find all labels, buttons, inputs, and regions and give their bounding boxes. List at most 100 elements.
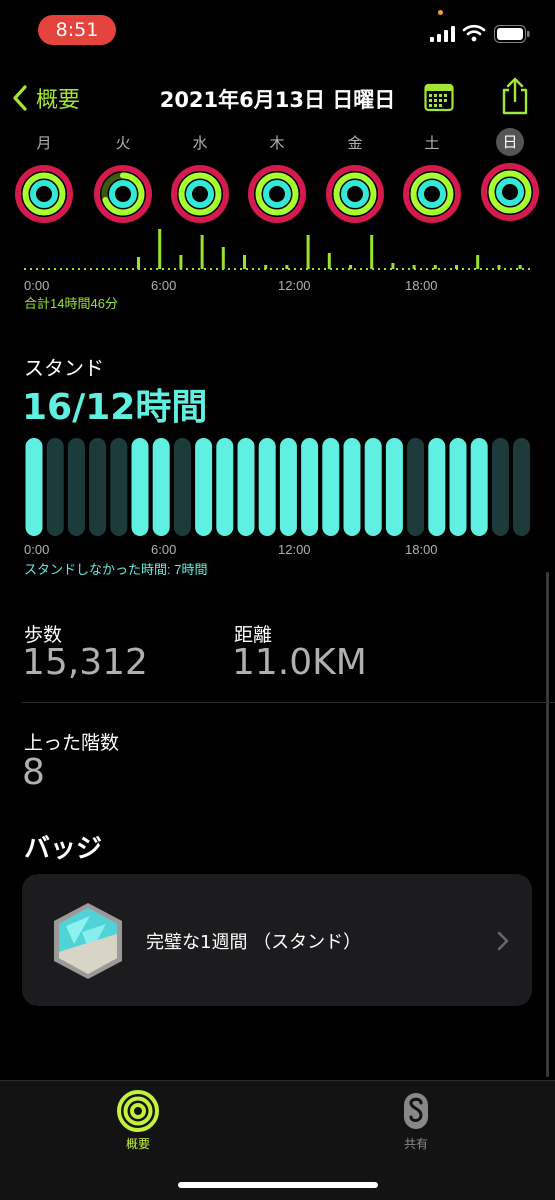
home-indicator (178, 1182, 378, 1188)
tab-summary[interactable]: 概要 (78, 1089, 198, 1152)
stand-value: 16/12時間 (22, 387, 208, 428)
week-selector: 月 火 水 木 金 土 日 (0, 128, 555, 230)
exercise-bar (349, 265, 352, 269)
activity-rings-icon (94, 165, 152, 223)
stand-bar-stood (237, 438, 255, 536)
tab-label: 共有 (403, 1137, 428, 1151)
day-label: 木 (269, 134, 285, 152)
day-label: 火 (115, 134, 131, 152)
activity-rings-icon (15, 165, 73, 223)
distance-value: 11.0KM (232, 642, 367, 683)
exercise-bar (243, 255, 246, 269)
tick-label: 12:00 (278, 278, 311, 293)
stand-bar-stood (25, 438, 43, 536)
chevron-right-icon (497, 931, 509, 951)
sharing-icon (404, 1093, 428, 1129)
share-icon[interactable] (500, 76, 530, 116)
stand-bar-missed (491, 438, 509, 536)
floors-label: 上った階数 (24, 732, 120, 754)
activity-rings-icon (117, 1090, 159, 1132)
day-thursday[interactable]: 木 (242, 128, 312, 224)
back-button-label: 概要 (36, 88, 81, 113)
activity-rings-icon (481, 163, 539, 221)
tick-label: 6:00 (151, 542, 176, 557)
stand-bar-stood (301, 438, 319, 536)
back-button[interactable]: 概要 (10, 82, 80, 114)
exercise-bar (137, 257, 140, 269)
calendar-icon[interactable] (424, 82, 454, 112)
stand-bar-stood (470, 438, 488, 536)
badge-card[interactable]: 完璧な1週間 （スタンド） (22, 874, 532, 1006)
stand-bar-stood (216, 438, 234, 536)
day-monday[interactable]: 月 (9, 128, 79, 224)
divider (22, 702, 555, 703)
exercise-bar (391, 263, 395, 269)
day-label: 金 (347, 134, 363, 152)
exercise-minutes-chart: 0:00 6:00 12:00 18:00 合計14時間46分 (24, 229, 532, 311)
stand-bar-stood (385, 438, 403, 536)
stand-bar-missed (46, 438, 64, 536)
badge-name: 完璧な1週間 （スタンド） (146, 932, 362, 953)
tick-label: 6:00 (151, 278, 176, 293)
exercise-bar (433, 265, 437, 269)
tick-label: 12:00 (278, 542, 311, 557)
exercise-bar (264, 265, 268, 269)
stand-bar-stood (322, 438, 340, 536)
exercise-bar (455, 265, 458, 269)
cellular-signal-icon (430, 26, 455, 42)
tab-label: 概要 (125, 1137, 150, 1151)
day-label: 月 (36, 134, 52, 152)
perfect-week-badge-icon (54, 903, 122, 979)
day-saturday[interactable]: 土 (397, 128, 467, 224)
tab-sharing[interactable]: 共有 (356, 1089, 476, 1152)
exercise-bar (221, 247, 225, 269)
exercise-bar (179, 255, 183, 269)
stand-bar-stood (428, 438, 446, 536)
stand-bar-stood (131, 438, 149, 536)
day-label: 土 (424, 134, 440, 152)
exercise-bar (370, 235, 374, 269)
exercise-bar (158, 229, 162, 269)
day-label: 水 (192, 134, 208, 152)
stand-bar-missed (173, 438, 191, 536)
scroll-indicator (546, 572, 549, 1077)
day-friday[interactable]: 金 (320, 128, 390, 224)
stand-bar-stood (364, 438, 382, 536)
stand-bar-missed (110, 438, 128, 536)
day-wednesday[interactable]: 水 (165, 128, 235, 224)
stand-bar-stood (195, 438, 213, 536)
privacy-indicator-dot (438, 10, 443, 15)
activity-rings-icon (403, 165, 461, 223)
tick-label: 18:00 (405, 278, 438, 293)
stand-bar-stood (449, 438, 467, 536)
stand-bar-missed (407, 438, 425, 536)
stand-bar-missed (513, 438, 531, 536)
exercise-bar (285, 265, 289, 269)
stand-bar-stood (152, 438, 170, 536)
stand-bar-stood (343, 438, 361, 536)
exercise-bar (476, 255, 480, 269)
exercise-total-label: 合計14時間46分 (24, 296, 118, 311)
exercise-bar (518, 265, 522, 269)
stand-label: スタンド (24, 356, 104, 380)
stand-bar-missed (89, 438, 107, 536)
badges-section-title: バッジ (24, 834, 103, 864)
day-label: 日 (496, 128, 524, 156)
exercise-bar (412, 265, 416, 269)
stand-bar-stood (258, 438, 276, 536)
tick-label: 0:00 (24, 542, 49, 557)
exercise-bar (200, 235, 204, 269)
status-time: 8:51 (38, 15, 116, 45)
wifi-icon (462, 24, 486, 42)
day-tuesday[interactable]: 火 (88, 128, 158, 224)
floors-value: 8 (22, 752, 45, 793)
exercise-bar (497, 265, 501, 269)
activity-rings-icon (171, 165, 229, 223)
day-sunday[interactable]: 日 (475, 128, 545, 222)
activity-rings-icon (326, 165, 384, 223)
stand-bar-missed (67, 438, 85, 536)
page-title: 2021年6月13日 日曜日 (159, 88, 396, 112)
exercise-bar (327, 253, 331, 269)
tick-label: 18:00 (405, 542, 438, 557)
activity-rings-icon (248, 165, 306, 223)
